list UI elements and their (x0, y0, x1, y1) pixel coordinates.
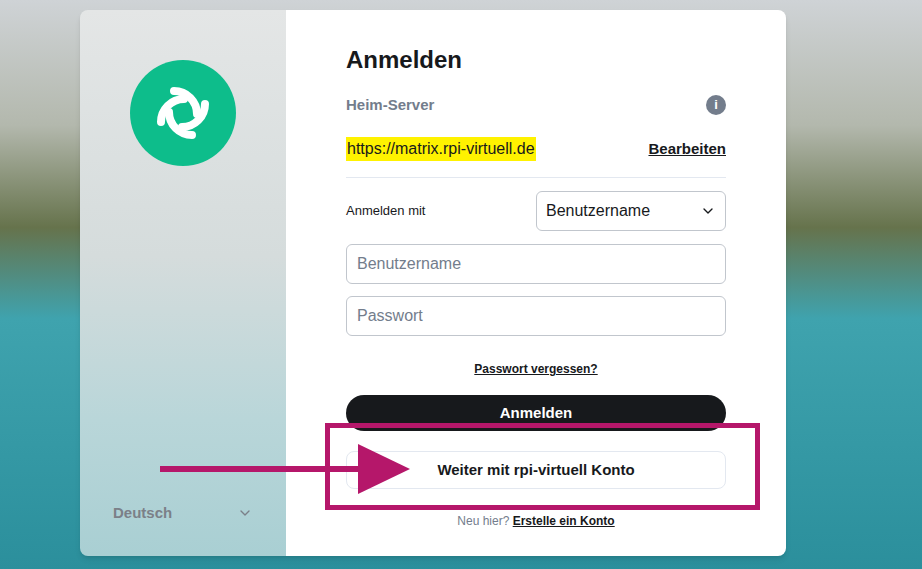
homeserver-label: Heim-Server (346, 94, 434, 117)
info-icon[interactable]: i (706, 95, 726, 115)
chevron-down-icon (237, 505, 253, 521)
page: Deutsch Anmelden Heim-Server i https://matri… (0, 0, 922, 569)
login-with-select[interactable]: Benutzername (536, 191, 726, 231)
language-selector[interactable]: Deutsch (80, 504, 286, 522)
login-with-label: Anmelden mit (346, 201, 425, 221)
text-input[interactable]: Passwort (346, 296, 726, 336)
arrow-icon (160, 444, 412, 494)
login-card: Deutsch Anmelden Heim-Server i https://matri… (80, 10, 786, 556)
register-row: Neu hier? Erstelle ein Konto (346, 512, 726, 530)
homeserver-url: https://matrix.rpi-virtuell.de (346, 137, 536, 161)
side-panel: Deutsch (80, 10, 286, 556)
chevron-down-icon (700, 203, 716, 219)
forgot-password-link[interactable]: Passwort vergessen? (474, 360, 597, 378)
element-logo-icon (130, 60, 236, 166)
register-link[interactable]: Erstelle ein Konto (513, 514, 615, 528)
text-input[interactable]: Benutzername (346, 244, 726, 284)
title: Anmelden (346, 44, 726, 76)
divider (346, 177, 726, 178)
edit-link[interactable]: Bearbeiten (648, 138, 726, 161)
